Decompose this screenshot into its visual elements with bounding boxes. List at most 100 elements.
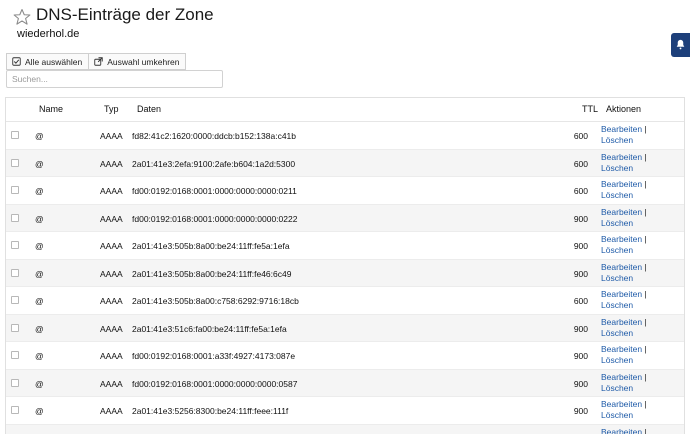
table-row: @ AAAA fd00:0192:0168:0001:0000:0000:0000:… — [6, 369, 684, 397]
table-header: Name Typ Daten TTL Aktionen — [6, 98, 684, 122]
delete-link[interactable]: Löschen — [601, 355, 633, 365]
delete-link[interactable]: Löschen — [601, 300, 633, 310]
edit-link[interactable]: Bearbeiten — [601, 317, 642, 327]
edit-link[interactable]: Bearbeiten — [601, 399, 642, 409]
row-checkbox[interactable] — [11, 241, 19, 249]
action-separator: | — [644, 234, 647, 244]
action-separator: | — [644, 399, 647, 409]
row-checkbox[interactable] — [11, 158, 19, 167]
zone-name: wiederhol.de — [17, 28, 80, 40]
dns-records-table: Name Typ Daten TTL Aktionen @ AAAA fd82:41… — [5, 97, 685, 434]
search-input[interactable] — [6, 70, 223, 88]
column-header-ttl[interactable]: TTL — [582, 104, 598, 114]
table-row: @ AAAA 2a01:41e3:505b:8a00:be24:11ff:fe5a:… — [6, 232, 684, 260]
row-checkbox[interactable] — [11, 323, 19, 332]
row-actions: Bearbeiten |Löschen — [601, 289, 647, 311]
record-type: AAAA — [100, 378, 123, 389]
select-all-button[interactable]: Alle auswählen — [6, 53, 90, 70]
record-name: @ — [35, 378, 44, 389]
edit-link[interactable]: Bearbeiten — [601, 234, 642, 244]
record-name: @ — [35, 131, 44, 141]
row-checkbox[interactable] — [11, 213, 19, 222]
row-checkbox[interactable] — [11, 131, 19, 139]
edit-link[interactable]: Bearbeiten — [601, 372, 642, 382]
record-ttl: 900 — [573, 213, 588, 224]
bell-icon — [676, 39, 685, 50]
edit-link[interactable]: Bearbeiten — [601, 207, 642, 217]
record-data: fd00:0192:0168:0001:0000:0000:0000:0211 — [132, 186, 297, 196]
record-data: fd00:0192:0168:0001:0000:0000:0000:0587 — [132, 378, 298, 389]
table-row: @ AAAA 2a01:41e3:2efa:9100:2afe:b604:1a2d:… — [6, 149, 684, 177]
record-ttl: 900 — [573, 378, 588, 389]
record-data: fd82:41c2:1620:0000:ddcb:b152:138a:c41b — [132, 131, 297, 141]
table-row: @ AAAA 2a01:41e3:505b:8a00:be24:11ff:fe46:… — [6, 259, 684, 287]
action-separator: | — [644, 206, 647, 217]
row-actions: Bearbeiten | Löschen — [601, 372, 647, 394]
edit-link[interactable]: Bearbeiten — [601, 262, 642, 272]
page-header: DNS-Einträge der Zone wiederhol.de — [0, 0, 690, 50]
record-data: 2a01:41e3:505b:8a00:c758:6292:9716:18cb — [132, 296, 299, 306]
record-name: @ — [35, 158, 44, 169]
row-actions: Bearbeiten |Löschen — [601, 179, 647, 201]
delete-link[interactable]: Löschen — [601, 410, 633, 420]
row-actions: Bearbeiten |Löschen — [601, 427, 647, 434]
delete-link[interactable]: Löschen — [601, 383, 633, 393]
edit-link[interactable]: Bearbeiten — [601, 344, 642, 354]
edit-link[interactable]: Bearbeiten — [601, 179, 642, 189]
delete-link[interactable]: Löschen — [601, 273, 633, 283]
row-actions: Bearbeiten |Löschen — [601, 262, 647, 284]
column-header-name[interactable]: Name — [39, 104, 63, 114]
edit-link[interactable]: Bearbeiten — [601, 289, 642, 299]
record-data: 2a01:41e3:2efa:9100:2afe:b604:1a2d:5300 — [132, 158, 296, 169]
record-name: @ — [35, 268, 44, 279]
selection-toolbar: Alle auswählen Auswahl umkehren — [6, 53, 187, 70]
table-row: @ AAAA fd00:0192:0168:0001:a33f:4927:4173:… — [6, 342, 684, 370]
table-row: @ AAAA 2a01:41e3:51c6:fa00:be24:11ff:fe5a:… — [6, 314, 684, 342]
table-row: @ AAAA 2a01:41e3:505b:8a00:c758:6292:9716:… — [6, 287, 684, 315]
delete-link[interactable]: Löschen — [601, 218, 633, 228]
external-link-icon — [94, 57, 103, 66]
record-data: 2a01:41e3:505b:8a00:be24:11ff:fe5a:1efa — [132, 241, 290, 251]
row-actions: Bearbeiten | Löschen — [601, 317, 647, 339]
delete-link[interactable]: Löschen — [601, 328, 633, 338]
column-header-data[interactable]: Daten — [137, 104, 161, 114]
row-checkbox[interactable] — [11, 186, 19, 194]
star-outline-icon[interactable] — [13, 8, 31, 26]
notifications-tab[interactable] — [671, 33, 690, 57]
action-separator: | — [644, 124, 647, 134]
record-data: fd00:0192:0168:0001:a33f:4927:4173:087e — [132, 351, 296, 361]
check-square-icon — [12, 57, 21, 66]
row-checkbox[interactable] — [11, 296, 19, 304]
column-header-type[interactable]: Typ — [104, 104, 119, 114]
record-name: @ — [35, 213, 44, 224]
delete-link[interactable]: Löschen — [601, 135, 633, 145]
invert-selection-button[interactable]: Auswahl umkehren — [89, 53, 187, 70]
record-type: AAAA — [100, 186, 123, 196]
action-separator: | — [644, 371, 647, 382]
delete-link[interactable]: Löschen — [601, 163, 633, 173]
action-separator: | — [644, 316, 647, 327]
record-type: AAAA — [100, 406, 123, 416]
row-actions: Bearbeiten | Löschen — [601, 234, 647, 256]
row-checkbox[interactable] — [11, 406, 19, 414]
record-type: AAAA — [100, 158, 123, 169]
record-ttl: 900 — [573, 323, 588, 334]
delete-link[interactable]: Löschen — [601, 190, 633, 200]
delete-link[interactable]: Löschen — [601, 245, 633, 255]
row-checkbox[interactable] — [11, 351, 19, 359]
edit-link[interactable]: Bearbeiten — [601, 427, 642, 434]
column-header-actions: Aktionen — [606, 104, 642, 114]
edit-link[interactable]: Bearbeiten — [601, 152, 642, 162]
action-separator: | — [644, 426, 647, 434]
action-separator: | — [644, 151, 647, 162]
row-actions: Bearbeiten | Löschen — [601, 124, 647, 146]
record-ttl: 900 — [573, 268, 588, 279]
record-name: @ — [35, 186, 44, 196]
record-ttl: 600 — [573, 158, 588, 169]
row-checkbox[interactable] — [11, 378, 19, 387]
record-ttl: 900 — [573, 241, 588, 251]
record-type: AAAA — [100, 241, 123, 251]
edit-link[interactable]: Bearbeiten — [601, 124, 642, 134]
row-checkbox[interactable] — [11, 268, 19, 277]
table-row: @ AAAA fd00:0192:0168:0001:0000:0000:0000:… — [6, 177, 684, 205]
